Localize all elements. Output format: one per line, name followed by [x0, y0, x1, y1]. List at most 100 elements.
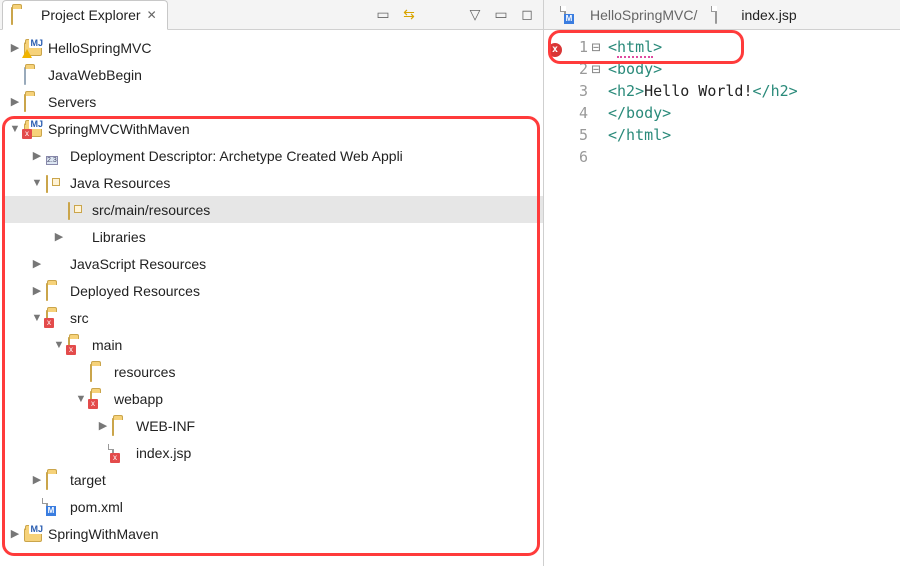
editor-tab-hellospringmvc[interactable]: M HelloSpringMVC/ [564, 7, 697, 23]
editor-tab-bar: M HelloSpringMVC/ index.jsp [544, 0, 900, 30]
tree-item-src[interactable]: ▼ x src [4, 304, 543, 331]
deployed-icon [46, 283, 64, 299]
line-number-gutter: 1 2 3 4 5 6 [566, 36, 588, 168]
error-marker-icon[interactable]: x [548, 43, 562, 57]
collapse-icon[interactable]: ▼ [30, 311, 44, 325]
editor-tab-label: index.jsp [741, 7, 796, 23]
tab-title: Project Explorer [41, 7, 141, 23]
folder-icon [24, 67, 42, 83]
tree-label: WEB-INF [136, 418, 195, 434]
tree-label: resources [114, 364, 175, 380]
tree-item-hellospringmvc[interactable]: ▶ MJ HelloSpringMVC [4, 34, 543, 61]
expand-icon[interactable]: ▶ [30, 284, 44, 298]
tree-label: SpringWithMaven [48, 526, 159, 542]
maximize-icon[interactable]: ◻ [519, 7, 535, 23]
editor-panel: M HelloSpringMVC/ index.jsp x 1 2 3 4 5 … [544, 0, 900, 566]
collapse-icon[interactable]: ▼ [52, 338, 66, 352]
library-icon [46, 256, 64, 272]
expand-icon[interactable]: ▶ [30, 473, 44, 487]
folder-icon [24, 94, 42, 110]
expand-icon[interactable]: ▶ [8, 95, 22, 109]
source-folder-icon [68, 202, 86, 218]
tree-item-js-resources[interactable]: ▶ JavaScript Resources [4, 250, 543, 277]
jsp-file-icon [715, 7, 729, 23]
tree-item-webapp[interactable]: ▼ x webapp [4, 385, 543, 412]
tree-label: target [70, 472, 106, 488]
tree-item-springwithmaven[interactable]: ▶ MJ SpringWithMaven [4, 520, 543, 547]
maven-project-icon: MJ [24, 526, 42, 542]
panel-toolbar: ▭ ⇆ ▽ ▭ ◻ [375, 7, 543, 23]
minimize-icon[interactable]: ▭ [493, 7, 509, 23]
tree-label: SpringMVCWithMaven [48, 121, 190, 137]
maven-project-icon: MJx [24, 121, 42, 137]
folder-error-icon: x [46, 310, 64, 326]
folder-error-icon: x [68, 337, 86, 353]
tree-label: Servers [48, 94, 96, 110]
tree-label: Deployed Resources [70, 283, 200, 299]
close-icon[interactable]: ✕ [147, 8, 157, 22]
tree-item-resources[interactable]: ▶ resources [4, 358, 543, 385]
tree-label: webapp [114, 391, 163, 407]
tree-label: main [92, 337, 122, 353]
folder-icon [112, 418, 130, 434]
tree-item-src-main-resources[interactable]: ▶ src/main/resources [4, 196, 543, 223]
deployment-descriptor-icon: 2.3 [46, 148, 64, 164]
code-content[interactable]: <html> <body> <h2>Hello World!</h2> </bo… [604, 36, 798, 168]
tree-label: src [70, 310, 89, 326]
tree-label: JavaScript Resources [70, 256, 206, 272]
expand-icon[interactable]: ▶ [52, 230, 66, 244]
tree-label: Java Resources [70, 175, 170, 191]
tree-item-main[interactable]: ▼ x main [4, 331, 543, 358]
tree-label: Deployment Descriptor: Archetype Created… [70, 148, 403, 164]
project-explorer-panel: Project Explorer ✕ ▭ ⇆ ▽ ▭ ◻ ▶ MJ HelloS… [0, 0, 544, 566]
collapse-icon[interactable]: ▼ [8, 122, 22, 136]
tree-item-java-resources[interactable]: ▼ Java Resources [4, 169, 543, 196]
collapse-all-icon[interactable]: ▭ [375, 7, 391, 23]
expand-icon[interactable]: ▶ [8, 527, 22, 541]
fold-toggle-icon[interactable]: ⊟ [588, 58, 604, 80]
link-editor-icon[interactable]: ⇆ [401, 7, 417, 23]
editor-tab-indexjsp[interactable]: index.jsp [715, 7, 796, 23]
collapse-icon[interactable]: ▼ [74, 392, 88, 406]
tree-item-deployed-resources[interactable]: ▶ Deployed Resources [4, 277, 543, 304]
expand-icon[interactable]: ▶ [30, 257, 44, 271]
tree-item-indexjsp[interactable]: ▶ x index.jsp [4, 439, 543, 466]
tree-label: index.jsp [136, 445, 191, 461]
tree-item-deployment-descriptor[interactable]: ▶ 2.3 Deployment Descriptor: Archetype C… [4, 142, 543, 169]
tree-label: HelloSpringMVC [48, 40, 151, 56]
folder-error-icon: x [90, 391, 108, 407]
project-tree: ▶ MJ HelloSpringMVC ▶ JavaWebBegin ▶ Ser… [0, 30, 543, 551]
tree-item-javawebbegin[interactable]: ▶ JavaWebBegin [4, 61, 543, 88]
java-project-icon: MJ [24, 40, 42, 56]
folder-icon [90, 364, 108, 380]
folder-nav-icon [11, 7, 29, 23]
expand-icon[interactable]: ▶ [96, 419, 110, 433]
error-gutter: x [544, 36, 566, 168]
expand-icon[interactable]: ▶ [8, 41, 22, 55]
library-icon [68, 229, 86, 245]
tree-item-target[interactable]: ▶ target [4, 466, 543, 493]
tree-label: pom.xml [70, 499, 123, 515]
maven-file-icon: M [564, 7, 578, 23]
tree-item-webinf[interactable]: ▶ WEB-INF [4, 412, 543, 439]
tree-item-servers[interactable]: ▶ Servers [4, 88, 543, 115]
collapse-icon[interactable]: ▼ [30, 176, 44, 190]
fold-toggle-icon[interactable]: ⊟ [588, 36, 604, 58]
fold-gutter: ⊟ ⊟ [588, 36, 604, 168]
view-menu-icon[interactable]: ▽ [467, 7, 483, 23]
package-folder-icon [46, 175, 64, 191]
maven-file-icon: M [46, 499, 64, 515]
expand-icon[interactable]: ▶ [30, 149, 44, 163]
panel-header: Project Explorer ✕ ▭ ⇆ ▽ ▭ ◻ [0, 0, 543, 30]
tree-label: Libraries [92, 229, 146, 245]
tree-item-pom[interactable]: ▶ M pom.xml [4, 493, 543, 520]
project-explorer-tab[interactable]: Project Explorer ✕ [2, 0, 168, 30]
jsp-file-error-icon: x [112, 445, 130, 461]
code-editor[interactable]: x 1 2 3 4 5 6 ⊟ ⊟ <html> <body> <h2>Hell… [544, 30, 900, 168]
tree-label: src/main/resources [92, 202, 210, 218]
tree-label: JavaWebBegin [48, 67, 142, 83]
tree-item-libraries[interactable]: ▶ Libraries [4, 223, 543, 250]
folder-icon [46, 472, 64, 488]
tree-item-springmvcwithmaven[interactable]: ▼ MJx SpringMVCWithMaven [4, 115, 543, 142]
editor-tab-label: HelloSpringMVC/ [590, 7, 697, 23]
